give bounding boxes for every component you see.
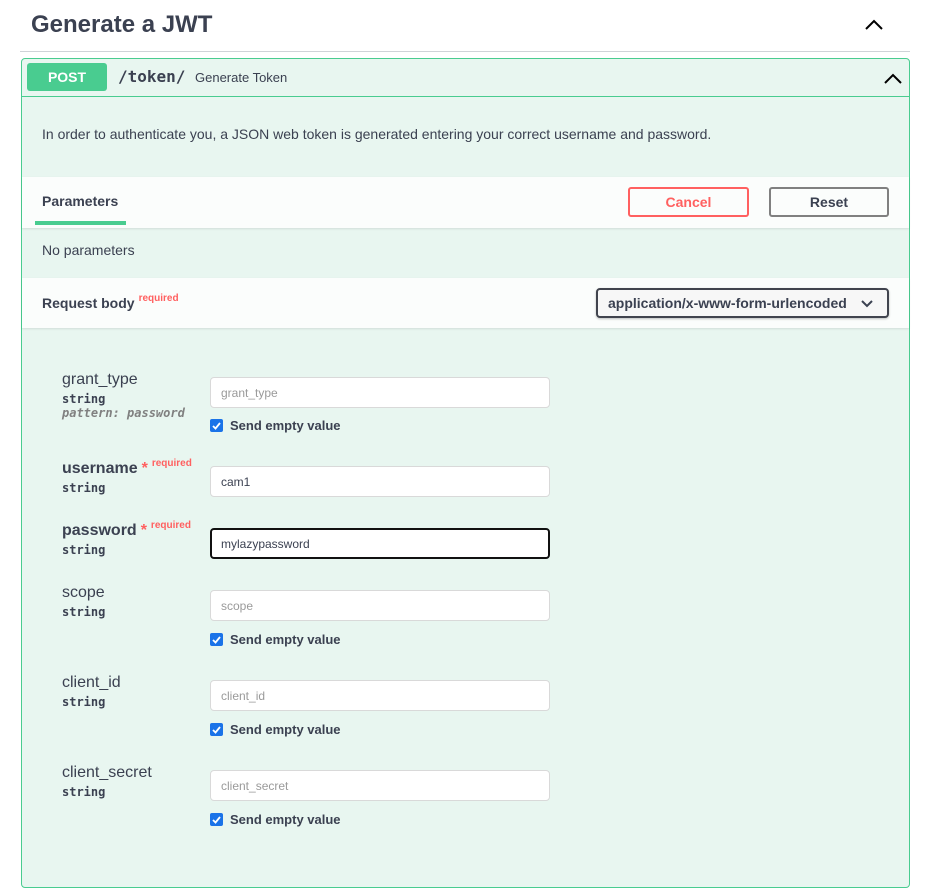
no-parameters-text: No parameters: [42, 242, 135, 258]
field-name: username: [62, 460, 138, 477]
send-empty-label: Send empty value: [230, 722, 341, 737]
chevron-up-icon[interactable]: [883, 71, 903, 85]
checkbox-checked[interactable]: [210, 633, 223, 646]
check-icon: [212, 725, 221, 734]
field-client-secret: client_secret string: [62, 764, 152, 799]
grant-type-input[interactable]: [210, 377, 550, 408]
operation-description: In order to authenticate you, a JSON web…: [42, 126, 712, 142]
tag-header[interactable]: Generate a JWT: [20, 0, 910, 52]
client-id-input[interactable]: [210, 680, 550, 711]
content-type-value: application/x-www-form-urlencoded: [608, 295, 847, 311]
required-label: required: [151, 458, 192, 469]
required-star: *: [140, 522, 147, 539]
parameters-header: Parameters Cancel Reset: [22, 177, 909, 228]
tab-parameters[interactable]: Parameters: [42, 193, 118, 209]
send-empty-scope[interactable]: Send empty value: [210, 632, 341, 647]
field-name-row: username * required: [62, 458, 192, 478]
send-empty-grant-type[interactable]: Send empty value: [210, 418, 341, 433]
username-input[interactable]: [210, 466, 550, 497]
cancel-button[interactable]: Cancel: [628, 187, 749, 217]
send-empty-label: Send empty value: [230, 418, 341, 433]
send-empty-client-secret[interactable]: Send empty value: [210, 812, 341, 827]
field-type: string: [62, 543, 106, 557]
content-type-select[interactable]: application/x-www-form-urlencoded: [596, 288, 889, 318]
operation-path: /token/: [118, 67, 186, 86]
tab-underline: [35, 221, 126, 225]
field-pattern: pattern: password: [62, 406, 185, 420]
field-type: string: [62, 605, 106, 619]
check-icon: [212, 635, 221, 644]
checkbox-checked[interactable]: [210, 723, 223, 736]
field-scope: scope string: [62, 584, 105, 619]
password-input[interactable]: [210, 528, 550, 559]
required-label: required: [150, 520, 191, 531]
request-body-label: Request body required: [42, 293, 179, 311]
required-star: *: [141, 460, 148, 477]
field-name: grant_type: [62, 371, 138, 388]
chevron-up-icon[interactable]: [864, 17, 884, 31]
method-badge: POST: [27, 63, 107, 91]
operation-block: POST /token/ Generate Token In order to …: [21, 58, 910, 888]
send-empty-client-id[interactable]: Send empty value: [210, 722, 341, 737]
field-type: string: [62, 481, 106, 495]
field-name: scope: [62, 584, 105, 601]
field-type: string: [62, 695, 106, 709]
operation-summary-text: Generate Token: [195, 70, 288, 85]
checkbox-checked[interactable]: [210, 813, 223, 826]
send-empty-label: Send empty value: [230, 632, 341, 647]
check-icon: [212, 815, 221, 824]
check-icon: [212, 421, 221, 430]
client-secret-input[interactable]: [210, 770, 550, 801]
required-label: required: [138, 293, 179, 304]
field-name: client_secret: [62, 764, 152, 781]
checkbox-checked[interactable]: [210, 419, 223, 432]
field-username: username * required string: [62, 458, 192, 495]
request-body-title: Request body: [42, 295, 135, 311]
field-name-row: password * required: [62, 520, 191, 540]
operation-summary[interactable]: POST /token/ Generate Token: [22, 59, 909, 97]
field-type: string: [62, 785, 106, 799]
request-body-header: Request body required application/x-www-f…: [22, 278, 909, 328]
chevron-down-icon: [861, 300, 873, 308]
reset-button[interactable]: Reset: [769, 187, 889, 217]
field-name: password: [62, 522, 137, 539]
send-empty-label: Send empty value: [230, 812, 341, 827]
field-name: client_id: [62, 674, 121, 691]
field-type: string: [62, 392, 106, 406]
tag-title: Generate a JWT: [31, 11, 213, 38]
field-password: password * required string: [62, 520, 191, 557]
scope-input[interactable]: [210, 590, 550, 621]
field-grant-type: grant_type string pattern: password: [62, 371, 185, 420]
field-client-id: client_id string: [62, 674, 121, 709]
